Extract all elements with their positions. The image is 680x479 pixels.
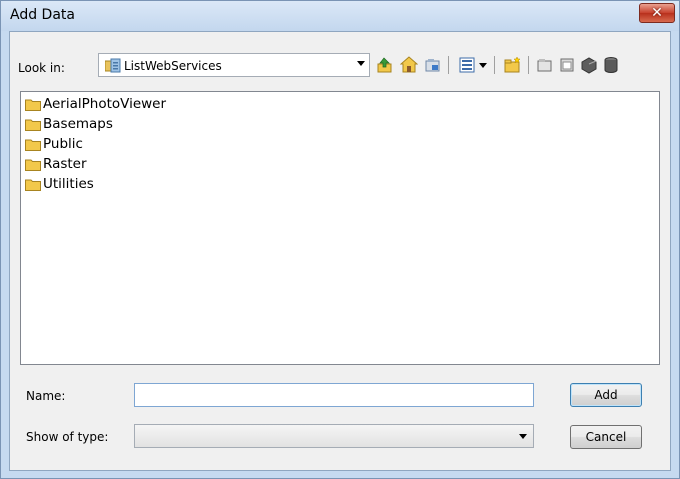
list-item-label: AerialPhotoViewer — [43, 96, 167, 112]
server-folder-icon — [105, 58, 121, 73]
up-one-level-icon[interactable] — [376, 56, 394, 74]
chevron-down-icon[interactable] — [519, 434, 527, 439]
folder-icon — [25, 179, 41, 191]
dialog-body: Look in: ListWebServices AerialPhotoView… — [9, 31, 671, 471]
name-label: Name: — [26, 389, 66, 403]
cancel-button[interactable]: Cancel — [570, 425, 642, 449]
add-button[interactable]: Add — [570, 383, 642, 407]
look-in-dropdown[interactable]: ListWebServices — [98, 53, 370, 77]
new-folder-icon[interactable] — [504, 56, 522, 74]
list-item-label: Raster — [43, 156, 87, 172]
folder-icon — [25, 99, 41, 111]
database-icon[interactable] — [602, 56, 620, 74]
list-item-label: Basemaps — [43, 116, 113, 132]
catalog-icon[interactable] — [558, 56, 576, 74]
show-of-type-label: Show of type: — [26, 430, 109, 444]
view-dropdown-icon[interactable] — [478, 56, 488, 74]
toolbar-separator — [448, 56, 449, 74]
look-in-value: ListWebServices — [124, 59, 222, 73]
show-of-type-dropdown[interactable] — [134, 424, 534, 448]
title-bar[interactable]: Add Data ✕ — [1, 1, 679, 31]
toolbar-separator — [494, 56, 495, 74]
close-button[interactable]: ✕ — [639, 3, 675, 23]
toolbar-separator — [528, 56, 529, 74]
home-icon[interactable] — [400, 56, 418, 74]
look-in-label: Look in: — [18, 61, 65, 75]
folder-icon — [25, 139, 41, 151]
name-input[interactable] — [134, 383, 534, 407]
folder-icon — [25, 119, 41, 131]
view-list-icon[interactable] — [458, 56, 476, 74]
list-item-label: Utilities — [43, 176, 94, 192]
disconnect-folder-icon[interactable] — [536, 56, 554, 74]
add-data-dialog: Add Data ✕ Look in: ListWebServices Aeri… — [0, 0, 680, 479]
file-list[interactable]: AerialPhotoViewer Basemaps Public Raster — [20, 91, 660, 365]
chevron-down-icon[interactable] — [357, 61, 365, 66]
folder-icon — [25, 159, 41, 171]
connect-folder-icon[interactable] — [424, 56, 442, 74]
navigation-toolbar — [376, 54, 666, 76]
dialog-title: Add Data — [10, 7, 75, 23]
list-item-label: Public — [43, 136, 83, 152]
toolbox-icon[interactable] — [580, 56, 598, 74]
